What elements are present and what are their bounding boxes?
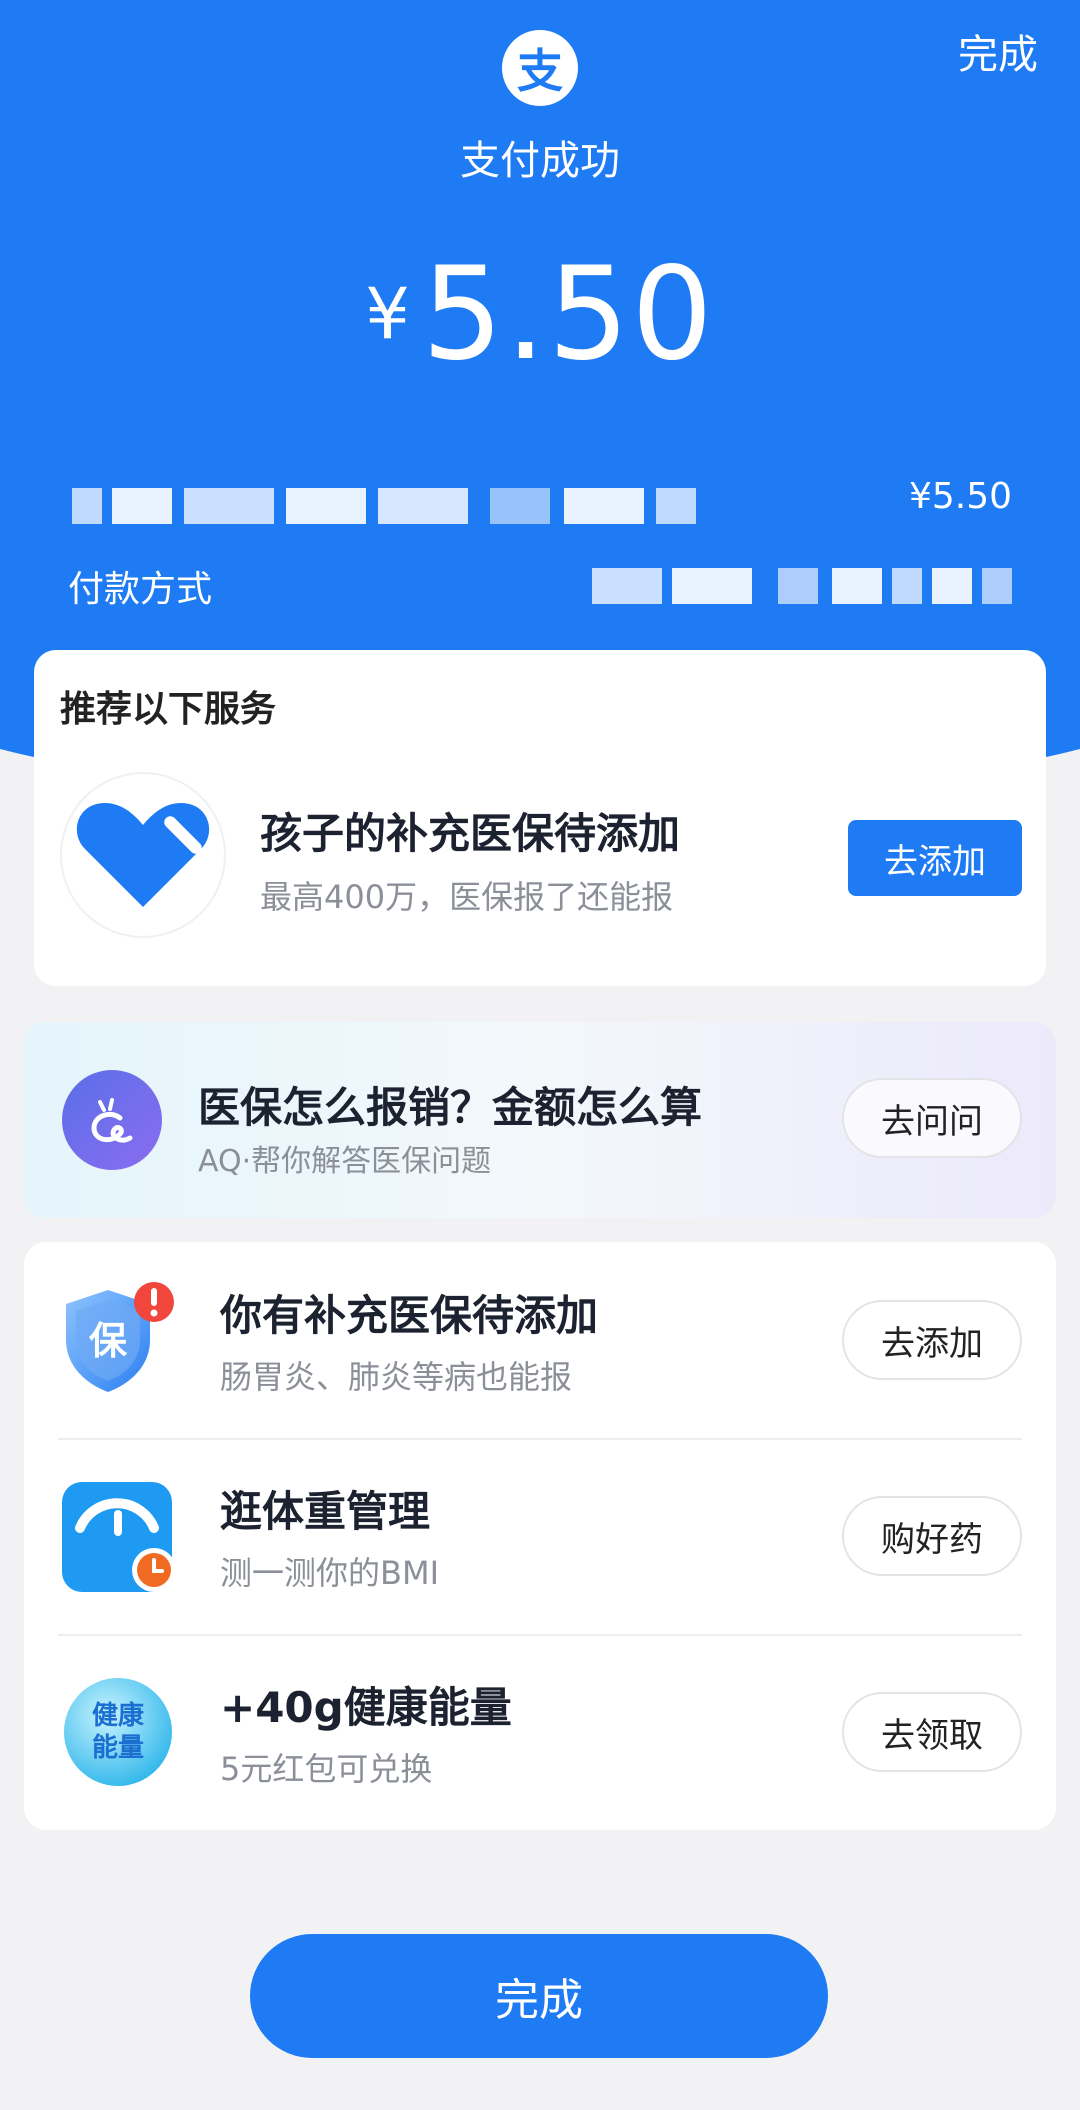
merchant-row: ¥5.50	[68, 476, 1012, 524]
insurance-icon-text: 保	[89, 1319, 128, 1363]
merchant-name-redacted	[72, 488, 712, 524]
list-item[interactable]: 逛体重管理 测一测你的BMI 购好药	[24, 1438, 1056, 1634]
payment-method-label: 付款方式	[68, 569, 213, 610]
recommend-title: 孩子的补充医保待添加	[260, 809, 681, 858]
health-energy-icon: 健康能量	[58, 1672, 178, 1792]
aq-question-card[interactable]: 医保怎么报销？金额怎么算 AQ·帮你解答医保问题 去问问	[24, 1022, 1056, 1218]
done-button[interactable]: 完成	[250, 1934, 828, 2058]
services-list-card: 保 你有补充医保待添加 肠胃炎、肺炎等病也能报 去添加 逛体重管理 测一测你的B…	[24, 1242, 1056, 1830]
recommend-section-title: 推荐以下服务	[60, 689, 277, 730]
insurance-shield-icon: 保	[58, 1280, 178, 1400]
scale-icon	[58, 1476, 178, 1596]
service-add-button[interactable]: 去添加	[842, 1300, 1022, 1380]
payment-method-redacted	[592, 568, 1012, 604]
payment-amount: ¥5.50	[0, 240, 1080, 389]
list-item[interactable]: 保 你有补充医保待添加 肠胃炎、肺炎等病也能报 去添加	[24, 1242, 1056, 1438]
aq-assistant-icon	[62, 1070, 162, 1170]
heart-bandage-icon	[60, 772, 226, 938]
top-done-button[interactable]: 完成	[958, 22, 1038, 80]
service-claim-button[interactable]: 去领取	[842, 1692, 1022, 1772]
list-item[interactable]: 健康能量 +40g健康能量 5元红包可兑换 去领取	[24, 1634, 1056, 1830]
aq-ask-button[interactable]: 去问问	[842, 1078, 1022, 1158]
service-subtitle: 测一测你的BMI	[220, 1554, 440, 1592]
aq-subtitle: AQ·帮你解答医保问题	[198, 1144, 492, 1179]
recommend-add-button[interactable]: 去添加	[848, 820, 1022, 896]
service-title: 逛体重管理	[220, 1487, 431, 1536]
merchant-amount: ¥5.50	[908, 476, 1012, 517]
alipay-logo-icon: 支	[502, 30, 578, 106]
recommend-subtitle: 最高400万，医保报了还能报	[260, 878, 674, 916]
service-buy-medicine-button[interactable]: 购好药	[842, 1496, 1022, 1576]
amount-value: 5.50	[421, 240, 715, 389]
payment-status-title: 支付成功	[460, 138, 620, 184]
service-title: +40g健康能量	[220, 1683, 512, 1732]
currency-symbol: ¥	[365, 273, 410, 355]
service-subtitle: 肠胃炎、肺炎等病也能报	[220, 1358, 573, 1396]
payment-success-page: 完成 支 支付成功 ¥5.50 ¥5.50 付款方式 推荐以下服务 孩子的补充医…	[0, 0, 1080, 2110]
service-subtitle: 5元红包可兑换	[220, 1750, 433, 1788]
aq-title: 医保怎么报销？金额怎么算	[198, 1083, 703, 1132]
payment-method-row: 付款方式	[68, 560, 1012, 610]
service-title: 你有补充医保待添加	[220, 1291, 599, 1340]
recommend-services-card: 推荐以下服务 孩子的补充医保待添加 最高400万，医保报了还能报 去添加	[34, 650, 1046, 986]
